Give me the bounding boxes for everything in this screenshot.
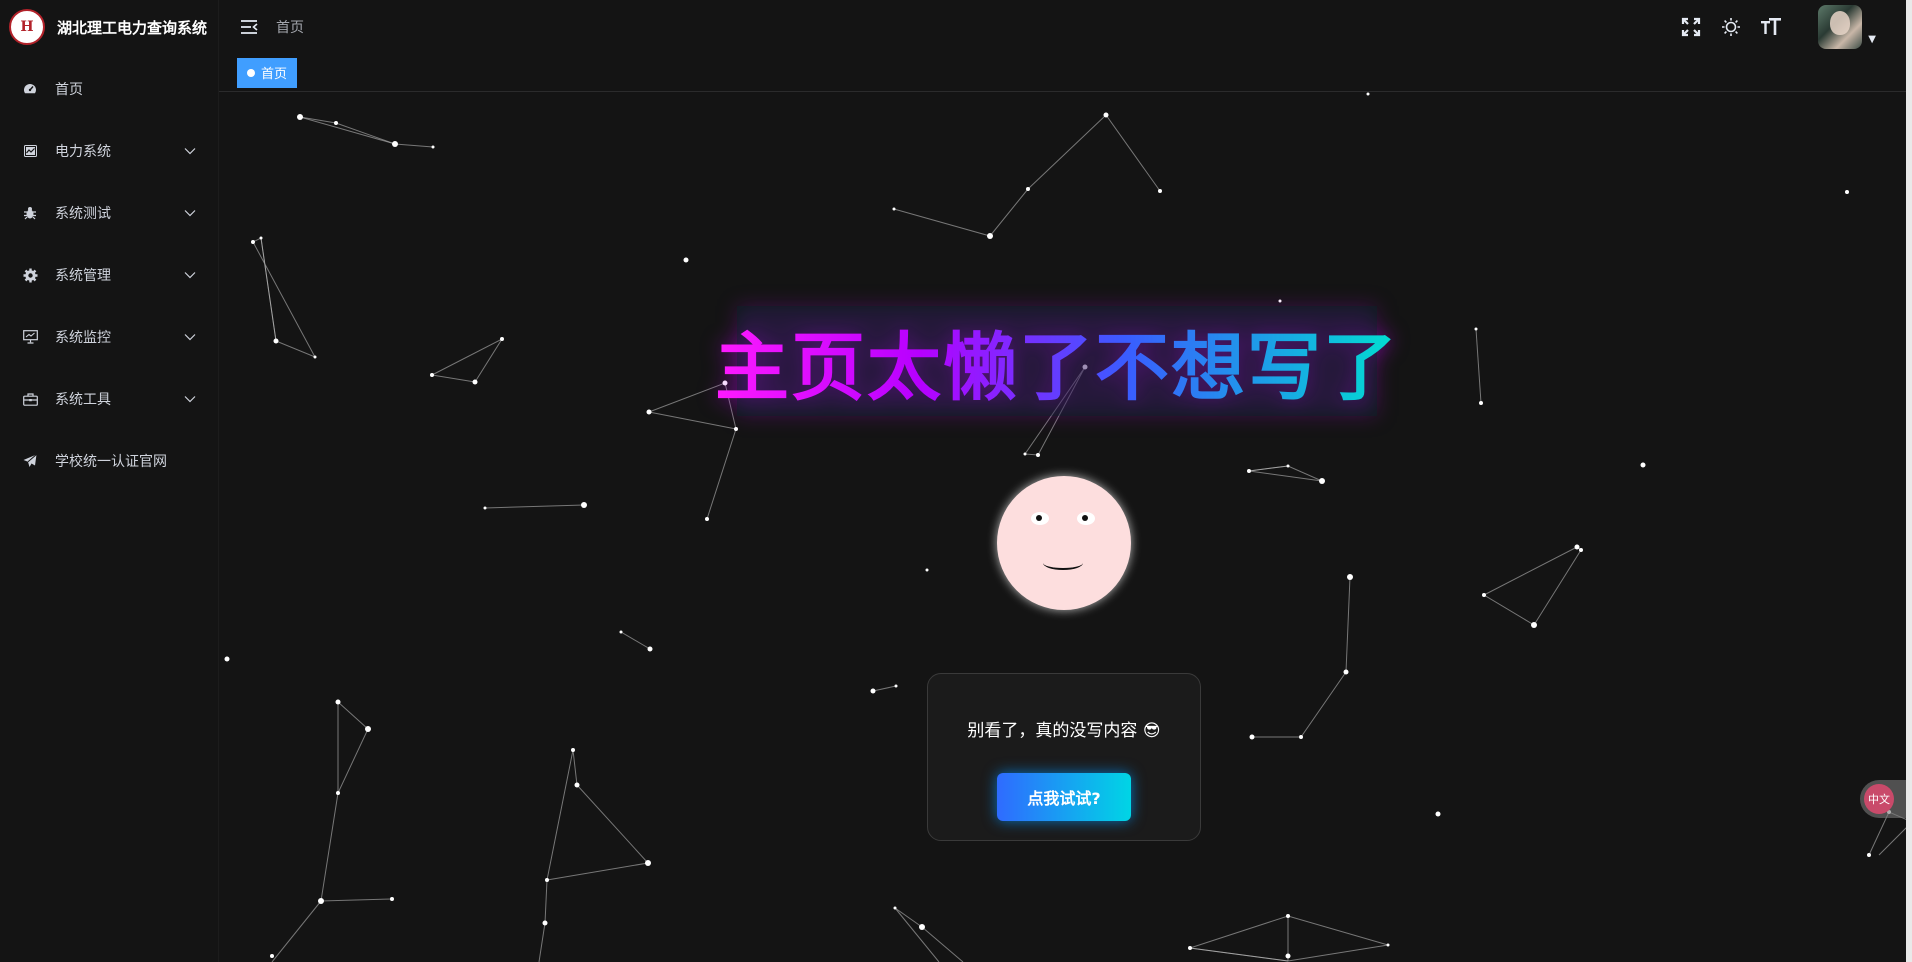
language-float-badge[interactable]: 中文	[1860, 780, 1912, 818]
sidebar-item-system-tools[interactable]: 系统工具	[0, 368, 218, 430]
sidebar-item-system-test[interactable]: 系统测试	[0, 182, 218, 244]
language-badge-icon: 中文	[1864, 784, 1894, 814]
brand[interactable]: H 湖北理工电力查询系统	[0, 0, 218, 54]
sidebar-item-system-monitor[interactable]: 系统监控	[0, 306, 218, 368]
sidebar-item-label: 系统管理	[55, 268, 111, 284]
sidebar-item-label: 系统工具	[55, 392, 111, 408]
try-me-button[interactable]: 点我试试?	[997, 773, 1131, 821]
breadcrumb[interactable]: 首页	[276, 17, 304, 37]
app-title: 湖北理工电力查询系统	[57, 18, 208, 37]
menu-fold-icon	[241, 20, 258, 34]
chevron-down-icon	[184, 267, 196, 283]
user-menu[interactable]: ▼	[1818, 5, 1876, 49]
message-card: 别看了，真的没写内容 😎 点我试试?	[927, 673, 1201, 841]
theme-toggle-icon[interactable]	[1720, 16, 1742, 38]
monitor-icon	[22, 329, 38, 345]
tag-label: 首页	[261, 67, 288, 82]
right-eye	[1077, 512, 1095, 525]
dashboard-icon	[22, 81, 38, 97]
chevron-down-icon	[184, 391, 196, 407]
chevron-down-icon	[184, 329, 196, 345]
fullscreen-icon[interactable]	[1680, 16, 1702, 38]
avatar[interactable]	[1818, 5, 1863, 49]
sidebar-item-label: 学校统一认证官网	[55, 454, 167, 470]
chart-icon	[22, 143, 38, 159]
sidebar-item-system-management[interactable]: 系统管理	[0, 244, 218, 306]
sidebar-menu: 首页 电力系统 系统测试 系统管理 系统监控 系统工具 学校统一认证官网	[0, 58, 218, 492]
headline: 主页太懒了不想写了	[715, 306, 1397, 416]
logo-text: H	[20, 19, 34, 35]
sidebar-item-label: 电力系统	[55, 144, 111, 160]
caret-down-icon: ▼	[1868, 34, 1876, 45]
sidebar: H 湖北理工电力查询系统 首页 电力系统 系统测试 系统管理 系统监控 系统工具…	[0, 0, 219, 962]
sidebar-item-label: 系统测试	[55, 206, 111, 222]
tag-home[interactable]: 首页	[237, 57, 298, 88]
headline-text: 主页太懒了不想写了	[715, 308, 1399, 415]
active-dot-icon	[247, 68, 255, 77]
chevron-down-icon	[184, 205, 196, 221]
main-content: 主页太懒了不想写了 别看了，真的没写内容 😎 点我试试? 中文	[219, 92, 1912, 962]
font-size-icon[interactable]	[1760, 16, 1782, 38]
topbar-actions: ▼	[1680, 0, 1876, 54]
sidebar-item-label: 系统监控	[55, 330, 111, 346]
sidebar-item-school-auth[interactable]: 学校统一认证官网	[0, 430, 218, 492]
sidebar-item-label: 首页	[55, 82, 83, 98]
collapse-sidebar-button[interactable]	[240, 18, 258, 36]
gear-icon	[22, 267, 38, 283]
app-logo: H	[9, 9, 45, 45]
smiley-face[interactable]	[997, 476, 1131, 610]
scrollbar[interactable]	[1906, 0, 1912, 962]
topbar: 首页 ▼	[219, 0, 1912, 54]
left-eye	[1031, 512, 1049, 525]
chevron-down-icon	[184, 143, 196, 159]
bug-icon	[22, 205, 38, 221]
toolbox-icon	[22, 391, 38, 407]
mouth	[1043, 556, 1083, 570]
sidebar-item-home[interactable]: 首页	[0, 58, 218, 120]
send-icon	[22, 453, 38, 469]
tags-view: 首页	[219, 54, 1912, 92]
sidebar-item-power-system[interactable]: 电力系统	[0, 120, 218, 182]
card-message: 别看了，真的没写内容 😎	[967, 721, 1161, 741]
